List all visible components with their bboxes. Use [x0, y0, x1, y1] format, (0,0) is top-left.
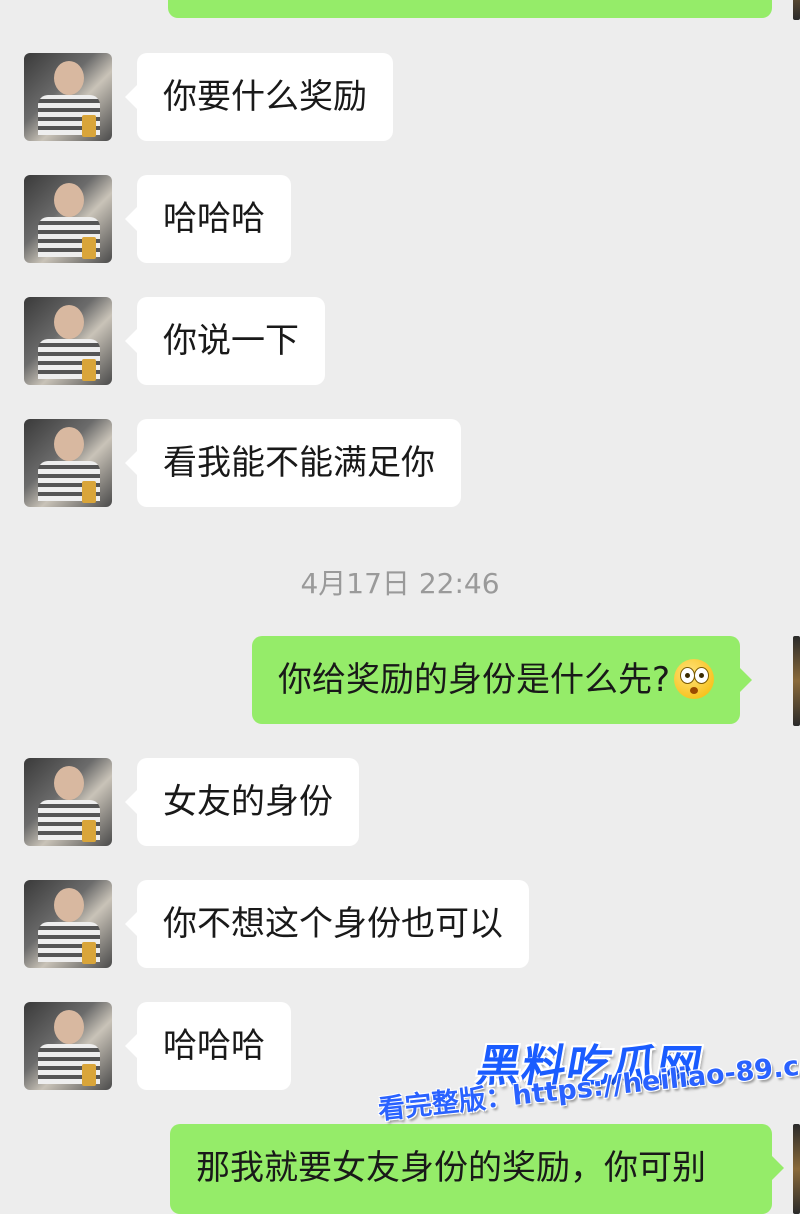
message-text: 哈哈哈	[163, 1026, 265, 1066]
self-avatar-edge[interactable]	[793, 1124, 800, 1214]
contact-avatar[interactable]	[24, 758, 112, 846]
self-avatar-edge[interactable]	[793, 0, 800, 20]
flushed-face-emoji-icon	[674, 658, 715, 699]
message-text: 哈哈哈	[163, 199, 265, 239]
message-text: 你要什么奖励	[163, 77, 367, 117]
contact-avatar[interactable]	[24, 880, 112, 968]
message-text: 那我就要女友身份的奖励，你可别	[196, 1148, 706, 1188]
contact-avatar[interactable]	[24, 419, 112, 507]
contact-avatar[interactable]	[24, 53, 112, 141]
message-text: 女友的身份	[163, 782, 333, 822]
self-avatar-edge[interactable]	[793, 636, 800, 726]
contact-avatar[interactable]	[24, 1002, 112, 1090]
message-bubble-outgoing[interactable]	[168, 0, 772, 18]
message-bubble-incoming[interactable]: 你说一下	[125, 297, 325, 385]
message-text: 看我能不能满足你	[163, 443, 435, 483]
message-bubble-incoming[interactable]: 哈哈哈	[125, 175, 291, 263]
contact-avatar[interactable]	[24, 297, 112, 385]
message-bubble-incoming[interactable]: 你要什么奖励	[125, 53, 393, 141]
message-bubble-incoming[interactable]: 哈哈哈	[125, 1002, 291, 1090]
message-bubble-incoming[interactable]: 看我能不能满足你	[125, 419, 461, 507]
contact-avatar[interactable]	[24, 175, 112, 263]
message-bubble-incoming[interactable]: 女友的身份	[125, 758, 359, 846]
chat-area[interactable]: 你要什么奖励 哈哈哈 你说一下 看我能不能满足你 4月17日 22:46 你给奖…	[0, 0, 800, 1214]
message-timestamp: 4月17日 22:46	[300, 567, 500, 600]
message-bubble-incoming[interactable]: 你不想这个身份也可以	[125, 880, 529, 968]
message-bubble-outgoing[interactable]: 你给奖励的身份是什么先?	[252, 636, 753, 724]
message-text: 你不想这个身份也可以	[163, 904, 503, 944]
message-text: 你给奖励的身份是什么先?	[278, 660, 671, 700]
message-text: 你说一下	[163, 321, 299, 361]
message-bubble-outgoing[interactable]: 那我就要女友身份的奖励，你可别	[170, 1124, 784, 1214]
